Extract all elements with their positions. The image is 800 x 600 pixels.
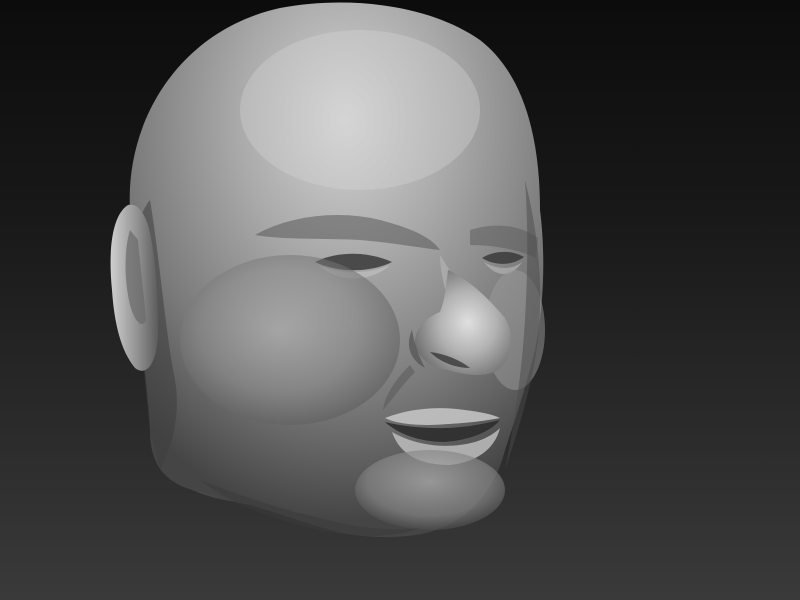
sculpted-head-model[interactable] [0,0,800,600]
3d-viewport[interactable] [0,0,800,600]
forehead-highlight [240,30,480,190]
chin [355,450,505,530]
left-cheek [180,255,400,425]
